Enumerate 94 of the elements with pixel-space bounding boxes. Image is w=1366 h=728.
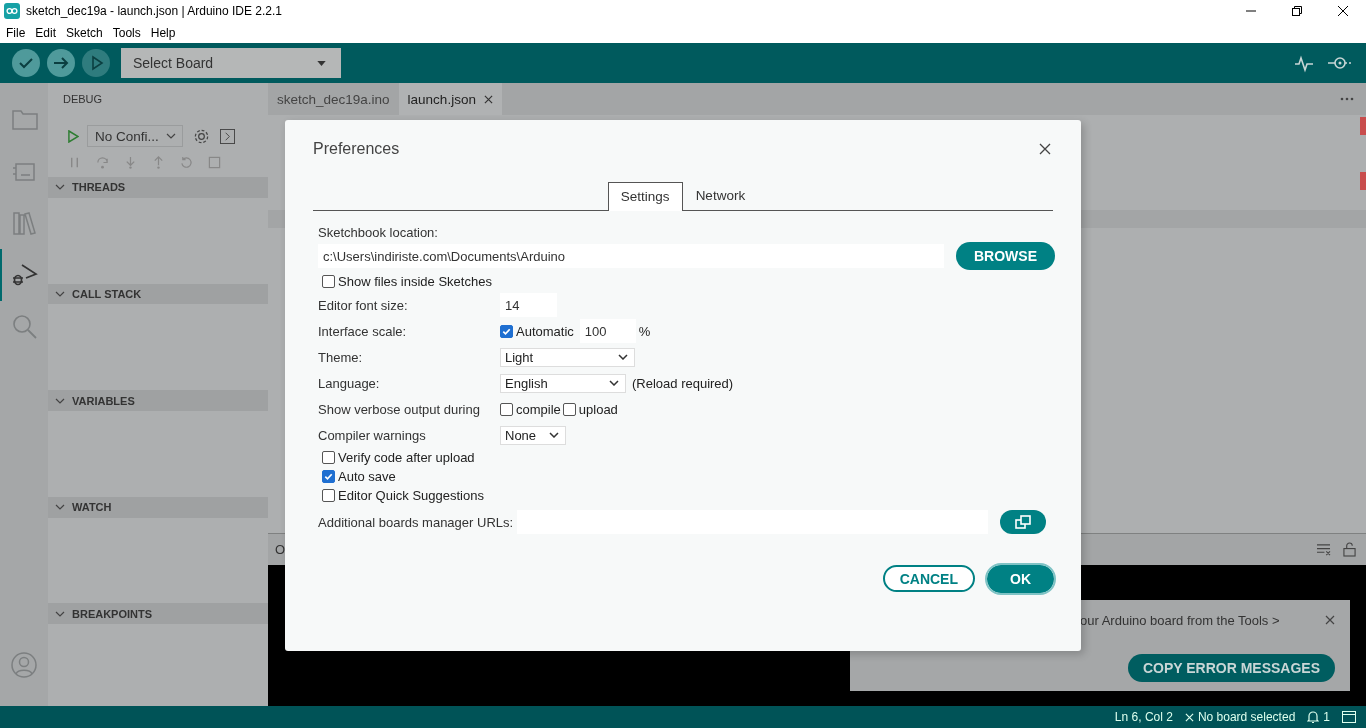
notification-count: 1 — [1323, 710, 1330, 724]
panel-title: DEBUG — [62, 92, 104, 107]
chevron-icon — [55, 184, 65, 191]
field-label: Editor font size: — [318, 297, 409, 313]
checkbox-label: Editor Quick Suggestions — [338, 488, 484, 503]
chevron-down-icon — [549, 432, 559, 438]
editor-tab[interactable]: sketch_dec19a.ino — [268, 83, 399, 115]
panel-toggle-icon[interactable] — [1342, 711, 1356, 723]
settings-tab[interactable]: Network — [682, 181, 759, 210]
chevron-down-icon — [609, 380, 619, 386]
search-icon — [12, 314, 38, 340]
error-marker — [1360, 117, 1366, 135]
ok-button[interactable]: OK — [987, 565, 1054, 593]
panel-tab[interactable]: O — [275, 542, 286, 557]
unit-label: % — [638, 323, 651, 339]
board-icon — [12, 160, 38, 182]
checkbox[interactable] — [322, 274, 335, 288]
chevron-icon — [55, 291, 65, 297]
menu-item[interactable]: Help — [150, 25, 176, 40]
close-icon[interactable] — [1039, 143, 1051, 155]
chevron-down-icon — [618, 354, 628, 360]
app-logo-icon — [4, 3, 20, 19]
debug-icon[interactable] — [82, 49, 110, 77]
board-select[interactable]: Select Board — [121, 48, 341, 78]
settings-icon[interactable] — [193, 127, 210, 145]
section-header[interactable]: THREADS — [48, 176, 268, 198]
board-status[interactable]: No board selected — [1197, 710, 1296, 724]
chevron-down-icon — [166, 133, 176, 139]
sketchbook-location-field[interactable]: c:\Users\indiriste.com\Documents\Arduino — [318, 244, 944, 268]
field-label: Compiler warnings — [318, 427, 427, 443]
settings-tab[interactable]: Settings — [607, 182, 683, 211]
section-header[interactable]: CALL STACK — [48, 283, 268, 305]
more-icon[interactable] — [1340, 97, 1354, 101]
menu-item[interactable]: Edit — [35, 25, 57, 40]
field-label: Show verbose output during — [318, 401, 481, 417]
browse-button[interactable]: BROWSE — [956, 242, 1055, 270]
restart-icon[interactable] — [180, 156, 193, 169]
field-label: Language: — [318, 375, 381, 391]
edit-urls-button[interactable] — [1000, 510, 1047, 534]
copy-icon — [1015, 515, 1032, 529]
checkbox[interactable] — [562, 402, 576, 416]
scale-field[interactable]: 100 — [579, 319, 636, 343]
cancel-button[interactable]: CANCEL — [882, 565, 975, 592]
configuration-select[interactable]: No Confi... — [87, 125, 183, 147]
section-header[interactable]: VARIABLES — [48, 390, 268, 412]
checkbox[interactable] — [322, 470, 335, 483]
console-icon[interactable] — [220, 128, 235, 144]
compiler-warnings-select[interactable]: None — [500, 425, 566, 445]
menu-item[interactable]: Sketch — [66, 25, 103, 40]
close-icon — [1184, 712, 1194, 722]
reload-note: (Reload required) — [632, 375, 734, 391]
checkbox-label: Auto save — [338, 469, 396, 484]
folder-icon — [12, 108, 38, 130]
checkbox-label: Verify code after upload — [338, 450, 475, 465]
field-label: Additional boards manager URLs: — [318, 514, 514, 530]
field-label: Sketchbook location: — [318, 225, 439, 240]
checkbox[interactable] — [500, 324, 513, 338]
menu-item[interactable]: Tools — [112, 25, 141, 40]
menu-item[interactable]: File — [6, 25, 26, 40]
language-select[interactable]: English — [500, 373, 626, 393]
checkbox-label: compile — [516, 401, 561, 417]
checkbox-label: Automatic — [516, 323, 574, 339]
section-header[interactable]: WATCH — [48, 496, 268, 518]
checkbox[interactable] — [322, 489, 335, 502]
checkbox-label: Show files inside Sketches — [338, 273, 492, 289]
field-label: Theme: — [318, 349, 364, 365]
debug-icon — [12, 263, 38, 287]
editor-tab[interactable]: launch.json — [398, 83, 502, 115]
chevron-icon — [55, 610, 65, 617]
close-icon[interactable] — [483, 94, 493, 104]
chevron-icon — [55, 504, 65, 511]
lock-icon[interactable] — [1343, 542, 1356, 557]
cursor-position[interactable]: Ln 6, Col 2 — [1114, 710, 1173, 724]
checkbox-label: upload — [578, 401, 618, 417]
checkbox[interactable] — [322, 451, 335, 464]
font-size-field[interactable]: 14 — [500, 293, 557, 317]
field-label: Interface scale: — [318, 323, 408, 339]
dropdown-arrow-icon — [317, 60, 326, 66]
restore-icon[interactable] — [1292, 6, 1302, 16]
play-icon[interactable] — [68, 129, 79, 143]
verify-icon[interactable] — [12, 49, 40, 77]
error-marker — [1360, 172, 1366, 190]
theme-select[interactable]: Light — [500, 347, 635, 367]
section-header[interactable]: BREAKPOINTS — [48, 603, 268, 625]
bell-icon[interactable] — [1307, 710, 1320, 724]
close-icon[interactable] — [1338, 6, 1348, 16]
library-icon — [12, 211, 38, 235]
chevron-icon — [55, 397, 65, 404]
clear-output-icon[interactable] — [1316, 543, 1331, 556]
checkbox[interactable] — [500, 402, 513, 416]
dialog-title: Preferences — [313, 140, 400, 158]
notification-message: our Arduino board from the Tools > — [1080, 613, 1280, 628]
copy-error-messages-button[interactable]: COPY ERROR MESSAGES — [1127, 654, 1335, 682]
window-title: sketch_dec19a - launch.json | Arduino IDE 2.2.1 — [26, 4, 282, 18]
